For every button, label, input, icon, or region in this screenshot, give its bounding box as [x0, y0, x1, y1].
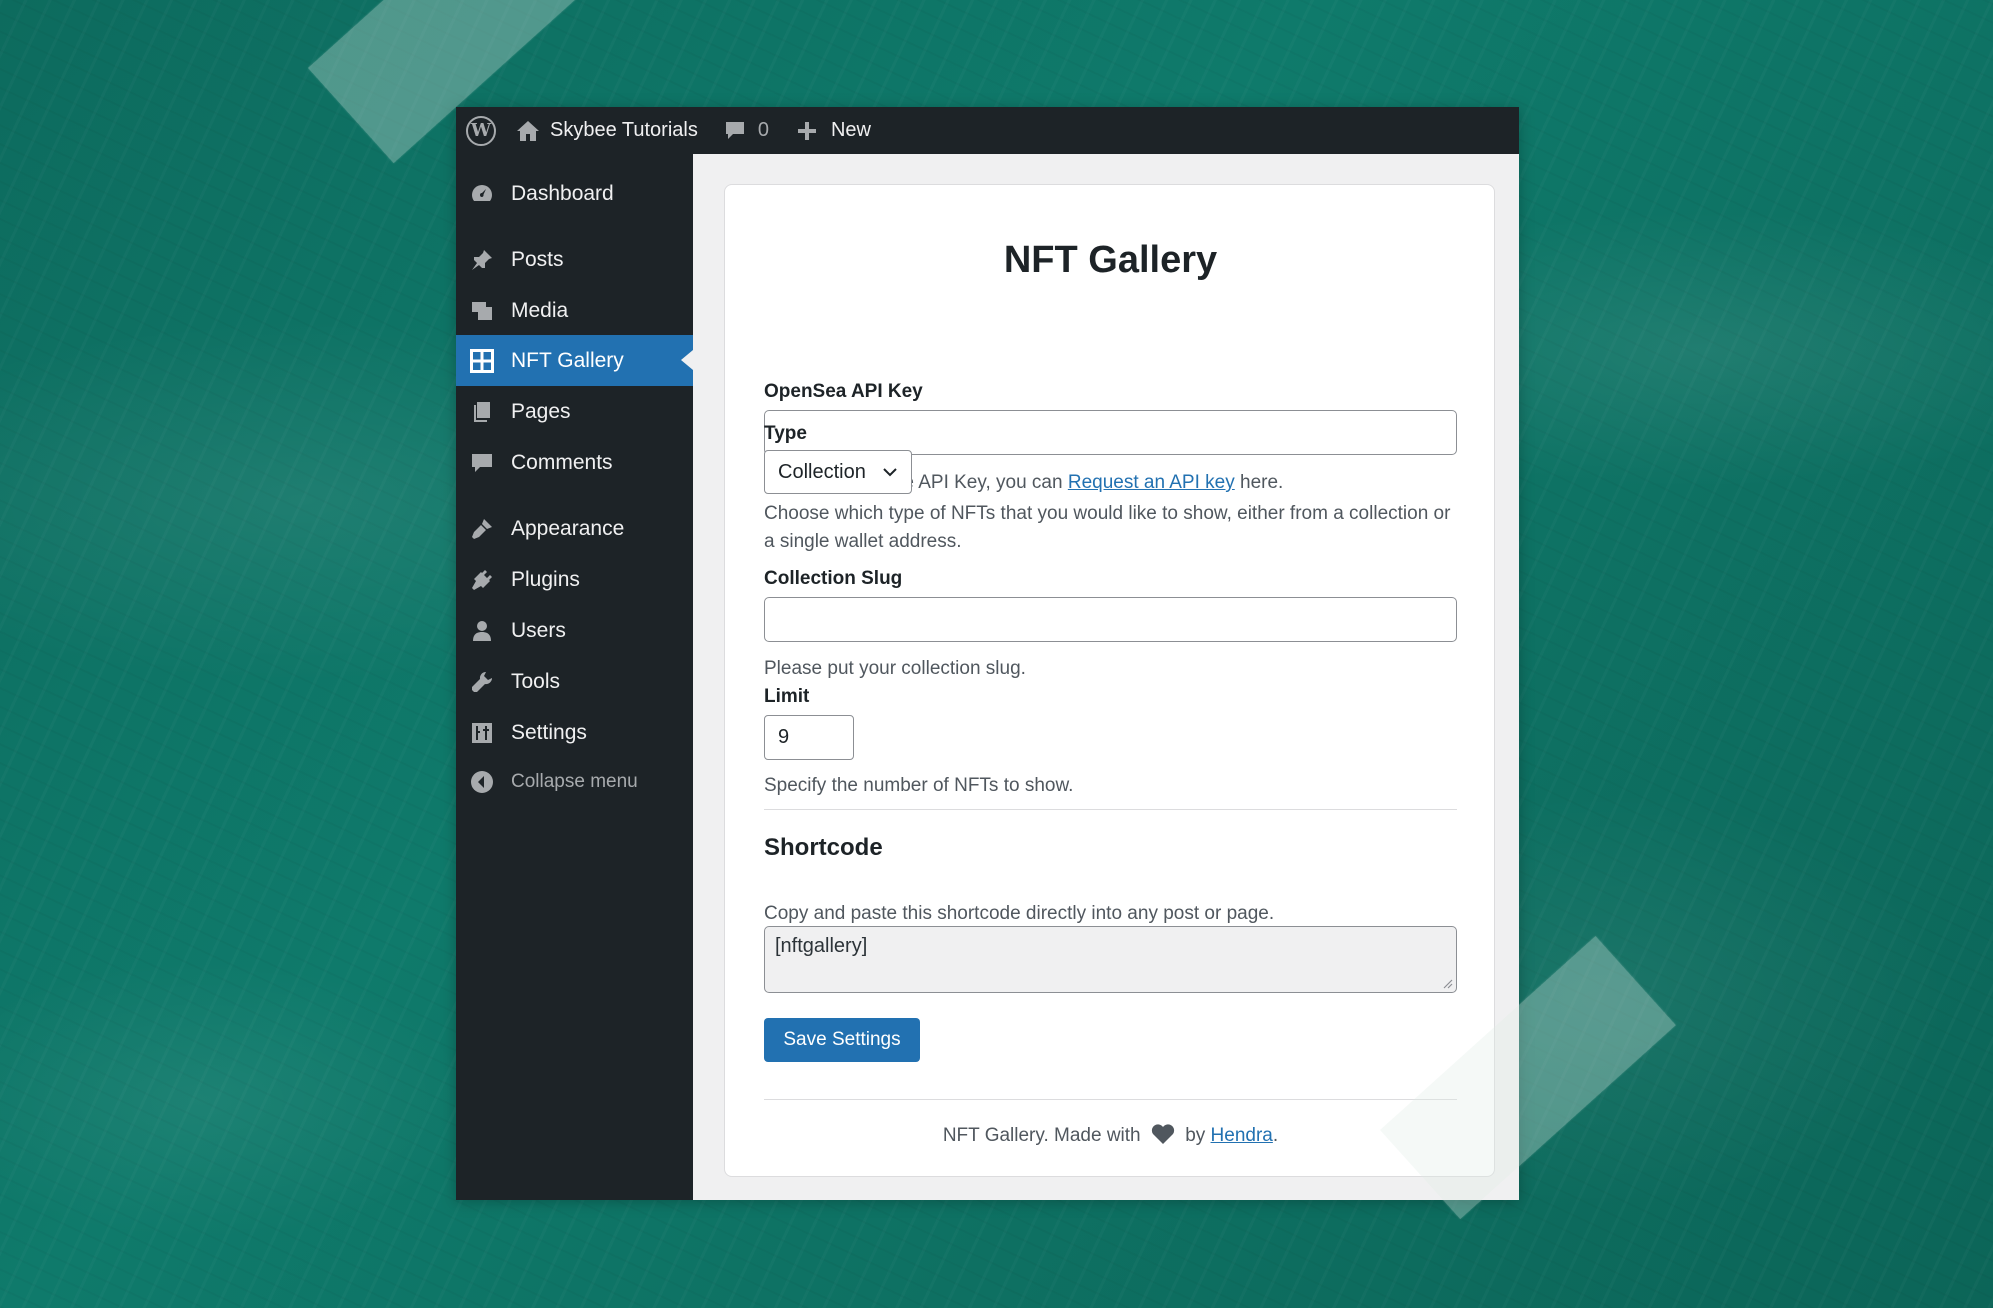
wordpress-logo-button[interactable]: W [456, 107, 516, 154]
footer-divider [764, 1099, 1457, 1100]
collapse-menu-button[interactable]: Collapse menu [456, 756, 693, 807]
sidebar-item-label: Dashboard [511, 181, 614, 205]
sidebar-item-label: Media [511, 298, 569, 322]
limit-help: Specify the number of NFTs to show. [764, 775, 1074, 796]
api-key-help-suffix: here. [1234, 472, 1284, 493]
type-help: Choose which type of NFTs that you would… [764, 503, 1451, 552]
comments-link[interactable]: 0 [724, 107, 769, 154]
wp-admin-window: W Skybee Tutorials 0 New Dashboard Posts… [456, 107, 1519, 1200]
sidebar-item-label: Appearance [511, 516, 625, 540]
heart-icon [1151, 1124, 1175, 1144]
sidebar-item-label: Settings [511, 720, 587, 744]
user-icon [469, 618, 495, 644]
sidebar-item-label: Pages [511, 399, 571, 423]
comment-bubble-icon [725, 121, 744, 139]
collection-slug-help: Please put your collection slug. [764, 658, 1026, 679]
wordpress-icon: W [466, 115, 496, 146]
sidebar-item-plugins[interactable]: Plugins [456, 554, 693, 605]
dashboard-icon [469, 181, 495, 207]
sidebar-item-media[interactable]: Media [456, 285, 693, 336]
comments-count: 0 [757, 119, 769, 141]
shortcode-help: Copy and paste this shortcode directly i… [764, 903, 1275, 924]
media-icon [469, 298, 495, 324]
sidebar-item-nft-gallery[interactable]: NFT Gallery [456, 335, 693, 386]
settings-card: NFT Gallery OpenSea API Key In order to … [724, 184, 1495, 1177]
collection-slug-input[interactable] [764, 597, 1457, 642]
api-key-label: OpenSea API Key [764, 381, 923, 402]
limit-input[interactable]: 9 [764, 715, 854, 760]
pages-icon [469, 399, 495, 425]
new-content-link[interactable]: New [797, 107, 871, 154]
shortcode-title: Shortcode [764, 834, 883, 861]
sidebar-item-posts[interactable]: Posts [456, 234, 693, 285]
sidebar-item-label: NFT Gallery [511, 348, 624, 372]
type-select[interactable]: Collection [764, 450, 912, 494]
resize-grip-icon[interactable] [1441, 977, 1453, 989]
sidebar-item-tools[interactable]: Tools [456, 656, 693, 707]
type-label: Type [764, 423, 807, 444]
grid-icon [469, 348, 495, 374]
author-link[interactable]: Hendra [1211, 1125, 1273, 1146]
plus-icon [797, 121, 816, 140]
type-selected-value: Collection [778, 460, 866, 483]
wrench-icon [469, 669, 495, 695]
sidebar-item-dashboard[interactable]: Dashboard [456, 168, 693, 219]
home-icon [517, 120, 539, 141]
sidebar-item-label: Plugins [511, 567, 580, 591]
save-settings-button[interactable]: Save Settings [764, 1018, 920, 1062]
api-key-input[interactable] [764, 410, 1457, 455]
shortcode-value: [nftgallery] [775, 935, 868, 957]
sidebar-item-users[interactable]: Users [456, 605, 693, 656]
limit-value: 9 [778, 726, 790, 748]
comment-icon [469, 450, 495, 476]
limit-label: Limit [764, 686, 810, 707]
sidebar-item-label: Tools [511, 669, 561, 693]
sidebar-item-label: Posts [511, 247, 564, 271]
footer-credit: NFT Gallery. Made with by Hendra. [725, 1123, 1496, 1147]
pin-icon [469, 247, 495, 273]
collapse-menu-label: Collapse menu [511, 770, 638, 792]
sidebar-item-pages[interactable]: Pages [456, 386, 693, 437]
section-divider [764, 809, 1457, 810]
page-title: NFT Gallery [1003, 239, 1218, 281]
sidebar-item-label: Users [511, 618, 566, 642]
chevron-down-icon [883, 468, 897, 477]
sliders-icon [469, 720, 495, 746]
request-api-key-link[interactable]: Request an API key [1068, 472, 1235, 493]
admin-bar: W Skybee Tutorials 0 New [456, 107, 1519, 154]
site-name: Skybee Tutorials [550, 119, 698, 141]
brush-icon [469, 516, 495, 542]
footer-text: NFT Gallery. Made with [942, 1125, 1141, 1146]
admin-sidebar: Dashboard Posts Media NFT Gallery Pages … [456, 154, 693, 1200]
new-label: New [830, 119, 871, 141]
sidebar-item-comments[interactable]: Comments [456, 437, 693, 488]
shortcode-textarea[interactable]: [nftgallery] [764, 926, 1457, 993]
sidebar-item-appearance[interactable]: Appearance [456, 503, 693, 554]
collection-slug-label: Collection Slug [764, 568, 903, 589]
plug-icon [469, 567, 495, 593]
site-name-link[interactable]: Skybee Tutorials [516, 107, 698, 154]
footer-period: . [1272, 1125, 1279, 1146]
collapse-arrow-icon [469, 769, 495, 795]
sidebar-item-label: Comments [511, 450, 613, 474]
footer-by: by [1185, 1125, 1206, 1146]
sidebar-item-settings[interactable]: Settings [456, 707, 693, 758]
